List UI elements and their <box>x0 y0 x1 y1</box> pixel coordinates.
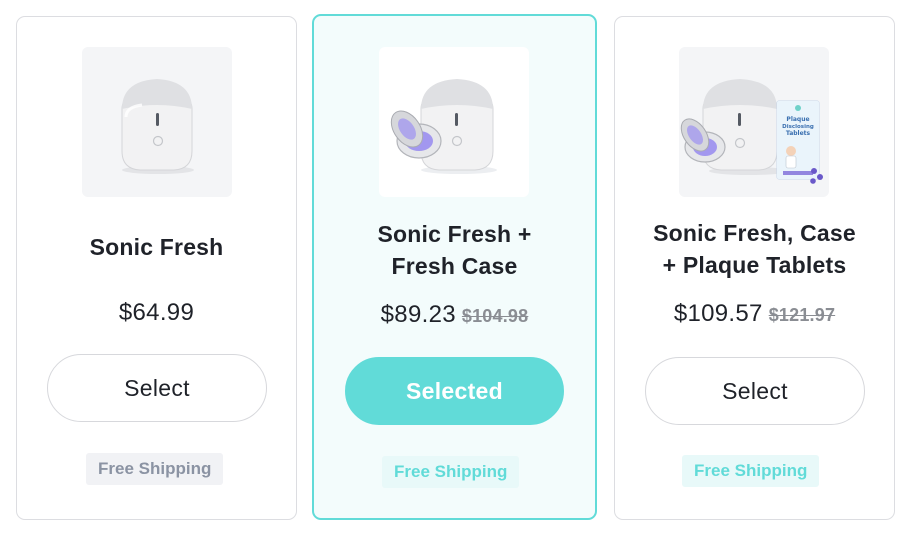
free-shipping-badge: Free Shipping <box>382 456 520 488</box>
price-row: $109.57 $121.97 <box>615 300 894 328</box>
product-card-sonic-fresh-case-tablets[interactable]: Plaque Disclosing Tablets Sonic Fresh, C… <box>614 16 895 520</box>
free-shipping-badge: Free Shipping <box>682 455 820 487</box>
product-title: Sonic Fresh + Fresh Case <box>377 221 532 279</box>
product-image-sonic-fresh-case <box>379 47 529 197</box>
original-price: $121.97 <box>768 305 836 325</box>
box-label-line: Plaque <box>786 116 809 123</box>
price: $64.99 <box>118 299 195 326</box>
product-image-sonic-fresh <box>82 47 232 197</box>
product-title: Sonic Fresh, Case + Plaque Tablets <box>653 220 856 278</box>
product-card-sonic-fresh-case[interactable]: Sonic Fresh + Fresh Case $89.23 $104.98 S… <box>312 14 597 520</box>
free-shipping-badge: Free Shipping <box>86 453 224 485</box>
select-button[interactable]: Select <box>645 357 865 425</box>
price: $89.23 <box>380 301 456 328</box>
select-button[interactable]: Select <box>47 354 267 422</box>
price: $109.57 <box>673 300 763 327</box>
product-title: Sonic Fresh <box>89 234 224 260</box>
box-label-line: Tablets <box>786 130 811 137</box>
selected-button[interactable]: Selected <box>345 357 564 425</box>
product-image-sonic-fresh-case-tablets: Plaque Disclosing Tablets <box>679 47 829 197</box>
product-card-sonic-fresh[interactable]: Sonic Fresh $64.99 Select Free Shipping <box>16 16 297 520</box>
price-row: $64.99 <box>17 299 296 327</box>
price-row: $89.23 $104.98 <box>314 301 595 329</box>
original-price: $104.98 <box>461 306 529 326</box>
